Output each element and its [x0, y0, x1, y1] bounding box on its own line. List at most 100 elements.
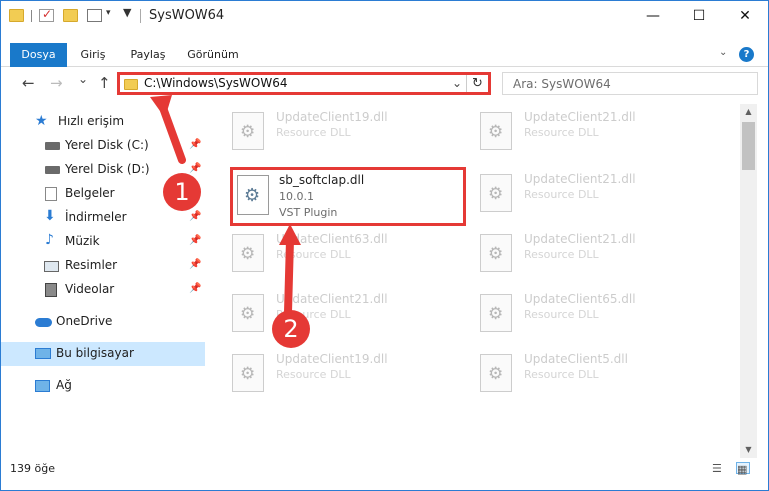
file-list: ⚙ UpdateClient19.dll Resource DLL ⚙ Upda… — [206, 104, 740, 454]
callout-badge-1: 1 — [163, 173, 201, 211]
file-type: Resource DLL — [524, 368, 599, 381]
sidebar-item-label: İndirmeler — [65, 210, 127, 224]
vertical-scrollbar[interactable]: ▲ ▼ — [740, 104, 757, 458]
list-item[interactable]: ⚙ UpdateClient21.dll Resource DLL — [206, 290, 446, 344]
list-item[interactable]: ⚙ UpdateClient21.dll Resource DLL — [454, 170, 694, 224]
tab-file[interactable]: Dosya — [10, 43, 67, 67]
pin-icon[interactable]: 📌 — [189, 283, 201, 294]
list-item[interactable]: ⚙ UpdateClient63.dll Resource DLL — [206, 230, 446, 284]
pin-icon[interactable]: 📌 — [189, 163, 201, 174]
file-type: Resource DLL — [276, 368, 351, 381]
highlighted-file[interactable]: ⚙ sb_softclap.dll 10.0.1 VST Plugin — [230, 167, 466, 226]
pictures-icon — [44, 261, 59, 272]
file-type: Resource DLL — [524, 308, 599, 321]
address-text[interactable]: C:\Windows\SysWOW64 — [144, 76, 288, 90]
tab-share[interactable]: Paylaş — [125, 43, 171, 67]
status-bar: 139 öğe ☰ ▦ — [1, 458, 768, 480]
sidebar-item-label: Videolar — [65, 282, 115, 296]
callout-badge-2: 2 — [272, 310, 310, 348]
list-item[interactable]: ⚙ UpdateClient19.dll Resource DLL — [206, 108, 446, 162]
file-name: UpdateClient19.dll — [276, 110, 388, 124]
star-icon: ★ — [35, 113, 48, 129]
pin-icon[interactable]: 📌 — [189, 139, 201, 150]
new-folder-icon[interactable] — [63, 9, 78, 22]
tab-home[interactable]: Giriş — [73, 43, 113, 67]
window-title: SysWOW64 — [149, 8, 225, 23]
sidebar-item-this-pc[interactable]: Bu bilgisayar — [1, 342, 205, 366]
sidebar-item-disk-c[interactable]: Yerel Disk (C:) 📌 — [1, 134, 205, 158]
tab-view[interactable]: Görünüm — [183, 43, 243, 67]
chevron-down-icon[interactable]: ▾ — [106, 8, 111, 18]
file-name: UpdateClient21.dll — [524, 110, 636, 124]
refresh-button[interactable]: ↻ — [466, 75, 488, 92]
properties-icon[interactable]: ✓ — [39, 7, 54, 22]
list-item[interactable]: ⚙ UpdateClient21.dll Resource DLL — [454, 230, 694, 284]
dll-file-icon: ⚙ — [232, 112, 264, 150]
scroll-up-arrow[interactable]: ▲ — [740, 104, 757, 120]
list-item[interactable]: ⚙ UpdateClient19.dll Resource DLL — [206, 350, 446, 404]
documents-icon — [45, 187, 57, 201]
scroll-thumb[interactable] — [742, 122, 755, 170]
maximize-button[interactable]: ☐ — [676, 1, 722, 31]
scroll-down-arrow[interactable]: ▼ — [740, 442, 757, 458]
download-icon: ⬇ — [44, 208, 56, 224]
list-item[interactable]: ⚙ UpdateClient21.dll Resource DLL — [454, 108, 694, 162]
close-button[interactable]: ✕ — [722, 1, 768, 31]
help-icon[interactable]: ? — [739, 47, 754, 62]
drive-icon — [45, 142, 60, 150]
sidebar-item-pictures[interactable]: Resimler 📌 — [1, 254, 205, 278]
navigation-pane: ★ Hızlı erişim Yerel Disk (C:) 📌 Yerel D… — [1, 104, 205, 454]
sidebar-item-onedrive[interactable]: OneDrive — [1, 310, 205, 334]
dll-file-icon: ⚙ — [480, 294, 512, 332]
sidebar-item-videos[interactable]: Videolar 📌 — [1, 278, 205, 302]
file-type: Resource DLL — [276, 248, 351, 261]
search-input[interactable]: Ara: SysWOW64 — [513, 77, 611, 91]
minimize-button[interactable]: — — [630, 1, 676, 31]
address-bar[interactable]: C:\Windows\SysWOW64 ⌄ ↻ — [117, 72, 491, 95]
details-view-icon[interactable]: ☰ — [712, 462, 726, 475]
file-name: UpdateClient5.dll — [524, 352, 628, 366]
file-name: UpdateClient21.dll — [524, 172, 636, 186]
sidebar-item-label: Ağ — [56, 378, 72, 392]
cloud-icon — [35, 318, 52, 327]
pin-icon[interactable]: 📌 — [189, 235, 201, 246]
music-icon: ♪ — [45, 232, 54, 248]
pin-icon[interactable]: 📌 — [189, 259, 201, 270]
dll-file-icon: ⚙ — [480, 354, 512, 392]
sidebar-item-label: Resimler — [65, 258, 118, 272]
sidebar-item-label: Yerel Disk (C:) — [65, 138, 149, 152]
file-type: Resource DLL — [524, 126, 599, 139]
list-item[interactable]: ⚙ UpdateClient65.dll Resource DLL — [454, 290, 694, 344]
view-options-icon[interactable] — [87, 9, 102, 22]
recent-locations-button[interactable]: ⌄ — [78, 72, 88, 86]
file-name: UpdateClient19.dll — [276, 352, 388, 366]
dll-file-icon: ⚙ — [480, 174, 512, 212]
file-name: sb_softclap.dll — [279, 173, 365, 187]
file-version: 10.0.1 — [279, 190, 314, 203]
sidebar-item-quick-access[interactable]: ★ Hızlı erişim — [1, 110, 205, 134]
ribbon-expand-icon[interactable]: ⌄ — [719, 47, 727, 58]
file-name: UpdateClient65.dll — [524, 292, 636, 306]
forward-button[interactable]: → — [50, 74, 63, 92]
large-icons-view-icon[interactable]: ▦ — [736, 462, 750, 476]
pin-icon[interactable]: 📌 — [189, 211, 201, 222]
dll-file-icon: ⚙ — [232, 234, 264, 272]
search-box[interactable]: Ara: SysWOW64 — [502, 72, 758, 95]
title-bar: ✓ ▾ ▼ SysWOW64 — ☐ ✕ — [1, 1, 768, 31]
back-button[interactable]: ← — [22, 74, 35, 92]
drive-icon — [45, 166, 60, 174]
sidebar-item-network[interactable]: Ağ — [1, 374, 205, 398]
customize-qat-icon[interactable]: ▼ — [123, 6, 131, 19]
sidebar-item-label: OneDrive — [56, 314, 113, 328]
dll-file-icon: ⚙ — [480, 112, 512, 150]
chevron-down-icon[interactable]: ⌄ — [452, 76, 462, 90]
list-item[interactable]: ⚙ UpdateClient5.dll Resource DLL — [454, 350, 694, 404]
up-button[interactable]: ↑ — [98, 74, 111, 92]
sidebar-item-music[interactable]: ♪ Müzik 📌 — [1, 230, 205, 254]
file-name: UpdateClient63.dll — [276, 232, 388, 246]
sidebar-item-label: Hızlı erişim — [58, 114, 125, 128]
file-type: Resource DLL — [276, 126, 351, 139]
title-divider — [140, 9, 141, 23]
sidebar-item-label: Belgeler — [65, 186, 115, 200]
file-type: Resource DLL — [524, 188, 599, 201]
